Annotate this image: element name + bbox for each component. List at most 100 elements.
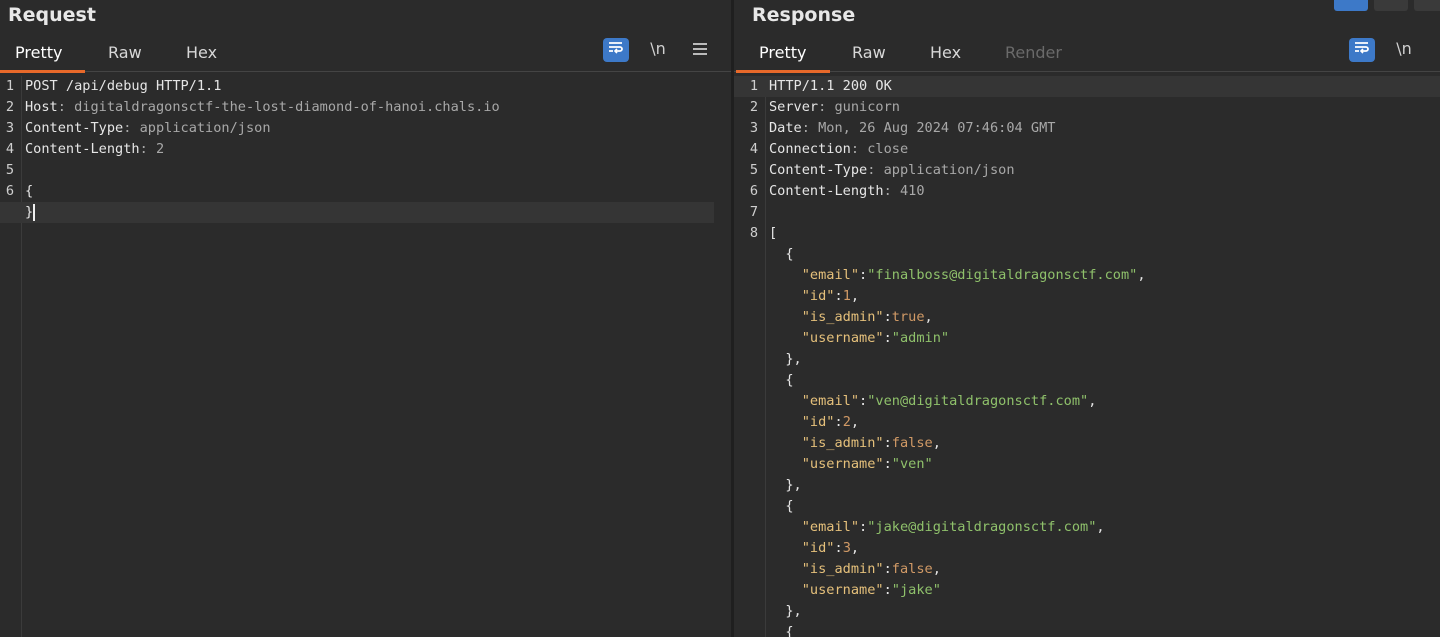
code-text: "is_admin":false, — [801, 561, 941, 577]
code-text: Host: digitaldragonsctf-the-lost-diamond… — [25, 99, 500, 115]
tab-pretty[interactable]: Pretty — [759, 43, 806, 62]
hamburger-menu-icon[interactable] — [687, 38, 713, 62]
response-editor[interactable]: 1 HTTP/1.1 200 OK 2 Server: gunicorn 3 Date: … — [734, 76, 1440, 637]
code-line[interactable]: "is_admin":true, — [734, 307, 1440, 328]
code-text: "username":"ven" — [801, 456, 933, 472]
code-line[interactable]: "is_admin":false, — [734, 559, 1440, 580]
code-text: }, — [769, 351, 802, 367]
code-line[interactable]: 1 POST /api/debug HTTP/1.1 — [0, 76, 731, 97]
response-panel: Response Pretty Raw Hex Render \n 1 HTTP/… — [734, 0, 1440, 637]
line-number: 5 — [749, 162, 758, 178]
line-number: 6 — [5, 183, 14, 199]
code-line[interactable]: }, — [734, 349, 1440, 370]
code-text: { — [769, 498, 794, 514]
response-title: Response — [752, 4, 856, 26]
code-text: Date: Mon, 26 Aug 2024 07:46:04 GMT — [769, 120, 1056, 136]
active-tab-indicator — [0, 70, 85, 73]
request-tabs: Pretty Raw Hex \n — [0, 37, 731, 73]
layout-toggle-group — [1334, 0, 1440, 12]
tab-hex[interactable]: Hex — [186, 43, 217, 62]
code-text: "email":"jake@digitaldragonsctf.com", — [801, 519, 1105, 535]
code-line[interactable]: "id":2, — [734, 412, 1440, 433]
code-text: } — [25, 203, 36, 221]
code-line[interactable]: "is_admin":false, — [734, 433, 1440, 454]
code-line[interactable]: "id":1, — [734, 286, 1440, 307]
code-line[interactable]: 8[ — [734, 223, 1440, 244]
code-line[interactable]: 4 Connection: close — [734, 139, 1440, 160]
line-number: 5 — [5, 162, 14, 178]
code-line[interactable]: "email":"ven@digitaldragonsctf.com", — [734, 391, 1440, 412]
line-number: 1 — [749, 78, 758, 94]
line-number: 4 — [749, 141, 758, 157]
line-number: 2 — [5, 99, 14, 115]
newline-toggle-button[interactable]: \n — [645, 37, 671, 61]
code-line[interactable]: "email":"jake@digitaldragonsctf.com", — [734, 517, 1440, 538]
code-text: { — [769, 246, 794, 262]
side-by-side-layout-button[interactable] — [1334, 0, 1368, 11]
code-text: { — [25, 183, 34, 199]
tab-hex[interactable]: Hex — [930, 43, 961, 62]
code-line[interactable]: 5 — [0, 160, 731, 181]
code-text: }, — [769, 477, 802, 493]
tabs-layout-button[interactable] — [1414, 0, 1440, 11]
code-text: "email":"ven@digitaldragonsctf.com", — [801, 393, 1097, 409]
wrap-lines-icon[interactable] — [1349, 38, 1375, 62]
request-editor[interactable]: 1 POST /api/debug HTTP/1.1 2 Host: digitald… — [0, 76, 731, 637]
code-text: Content-Length: 2 — [25, 141, 165, 157]
code-text: Content-Length: 410 — [769, 183, 925, 199]
code-text: "username":"jake" — [801, 582, 941, 598]
newline-toggle-button[interactable]: \n — [1391, 37, 1417, 61]
code-line[interactable]: 2 Host: digitaldragonsctf-the-lost-diamon… — [0, 97, 731, 118]
code-line[interactable]: "id":3, — [734, 538, 1440, 559]
code-line[interactable]: 4 Content-Length: 2 — [0, 139, 731, 160]
code-text: "id":3, — [801, 540, 860, 556]
code-text: { — [769, 624, 794, 637]
line-number: 7 — [749, 204, 758, 220]
wrap-lines-icon[interactable] — [603, 38, 629, 62]
code-line[interactable]: "username":"jake" — [734, 580, 1440, 601]
active-tab-indicator — [736, 70, 830, 73]
code-line[interactable]: { — [734, 622, 1440, 637]
tab-pretty[interactable]: Pretty — [15, 43, 62, 62]
code-line[interactable]: 3 Date: Mon, 26 Aug 2024 07:46:04 GMT — [734, 118, 1440, 139]
line-number: 3 — [5, 120, 14, 136]
code-line[interactable]: } — [0, 202, 714, 223]
line-number: 4 — [5, 141, 14, 157]
code-line[interactable]: 3 Content-Type: application/json — [0, 118, 731, 139]
code-line[interactable]: 2 Server: gunicorn — [734, 97, 1440, 118]
tab-raw[interactable]: Raw — [852, 43, 886, 62]
code-line[interactable]: 6{ — [0, 181, 731, 202]
text-cursor — [33, 203, 36, 221]
code-line[interactable]: 6 Content-Length: 410 — [734, 181, 1440, 202]
line-number: 3 — [749, 120, 758, 136]
request-title: Request — [8, 4, 96, 26]
code-line[interactable]: { — [734, 244, 1440, 265]
line-number: 8 — [749, 225, 758, 241]
code-text: "username":"admin" — [801, 330, 950, 346]
tab-render[interactable]: Render — [1005, 43, 1062, 62]
code-line[interactable]: 5 Content-Type: application/json — [734, 160, 1440, 181]
code-text: Content-Type: application/json — [769, 162, 1015, 178]
code-line[interactable]: 1 HTTP/1.1 200 OK — [734, 76, 1440, 97]
code-text: "is_admin":true, — [801, 309, 933, 325]
code-line[interactable]: }, — [734, 601, 1440, 622]
code-text: HTTP/1.1 200 OK — [769, 78, 892, 94]
code-text: Content-Type: application/json — [25, 120, 271, 136]
line-number: 6 — [749, 183, 758, 199]
tab-raw[interactable]: Raw — [108, 43, 142, 62]
code-line[interactable]: { — [734, 496, 1440, 517]
code-text: POST /api/debug HTTP/1.1 — [25, 78, 222, 94]
code-line[interactable]: 7 — [734, 202, 1440, 223]
code-line[interactable]: "username":"ven" — [734, 454, 1440, 475]
request-panel: Request Pretty Raw Hex \n 1 POST /api/deb… — [0, 0, 731, 637]
code-line[interactable]: "username":"admin" — [734, 328, 1440, 349]
code-text: "id":1, — [801, 288, 860, 304]
code-line[interactable]: "email":"finalboss@digitaldragonsctf.com… — [734, 265, 1440, 286]
code-line[interactable]: }, — [734, 475, 1440, 496]
response-tabs: Pretty Raw Hex Render \n — [734, 37, 1440, 73]
code-text: "email":"finalboss@digitaldragonsctf.com… — [801, 267, 1146, 283]
code-line[interactable]: { — [734, 370, 1440, 391]
code-text: "id":2, — [801, 414, 860, 430]
line-number: 1 — [5, 78, 14, 94]
stacked-layout-button[interactable] — [1374, 0, 1408, 11]
